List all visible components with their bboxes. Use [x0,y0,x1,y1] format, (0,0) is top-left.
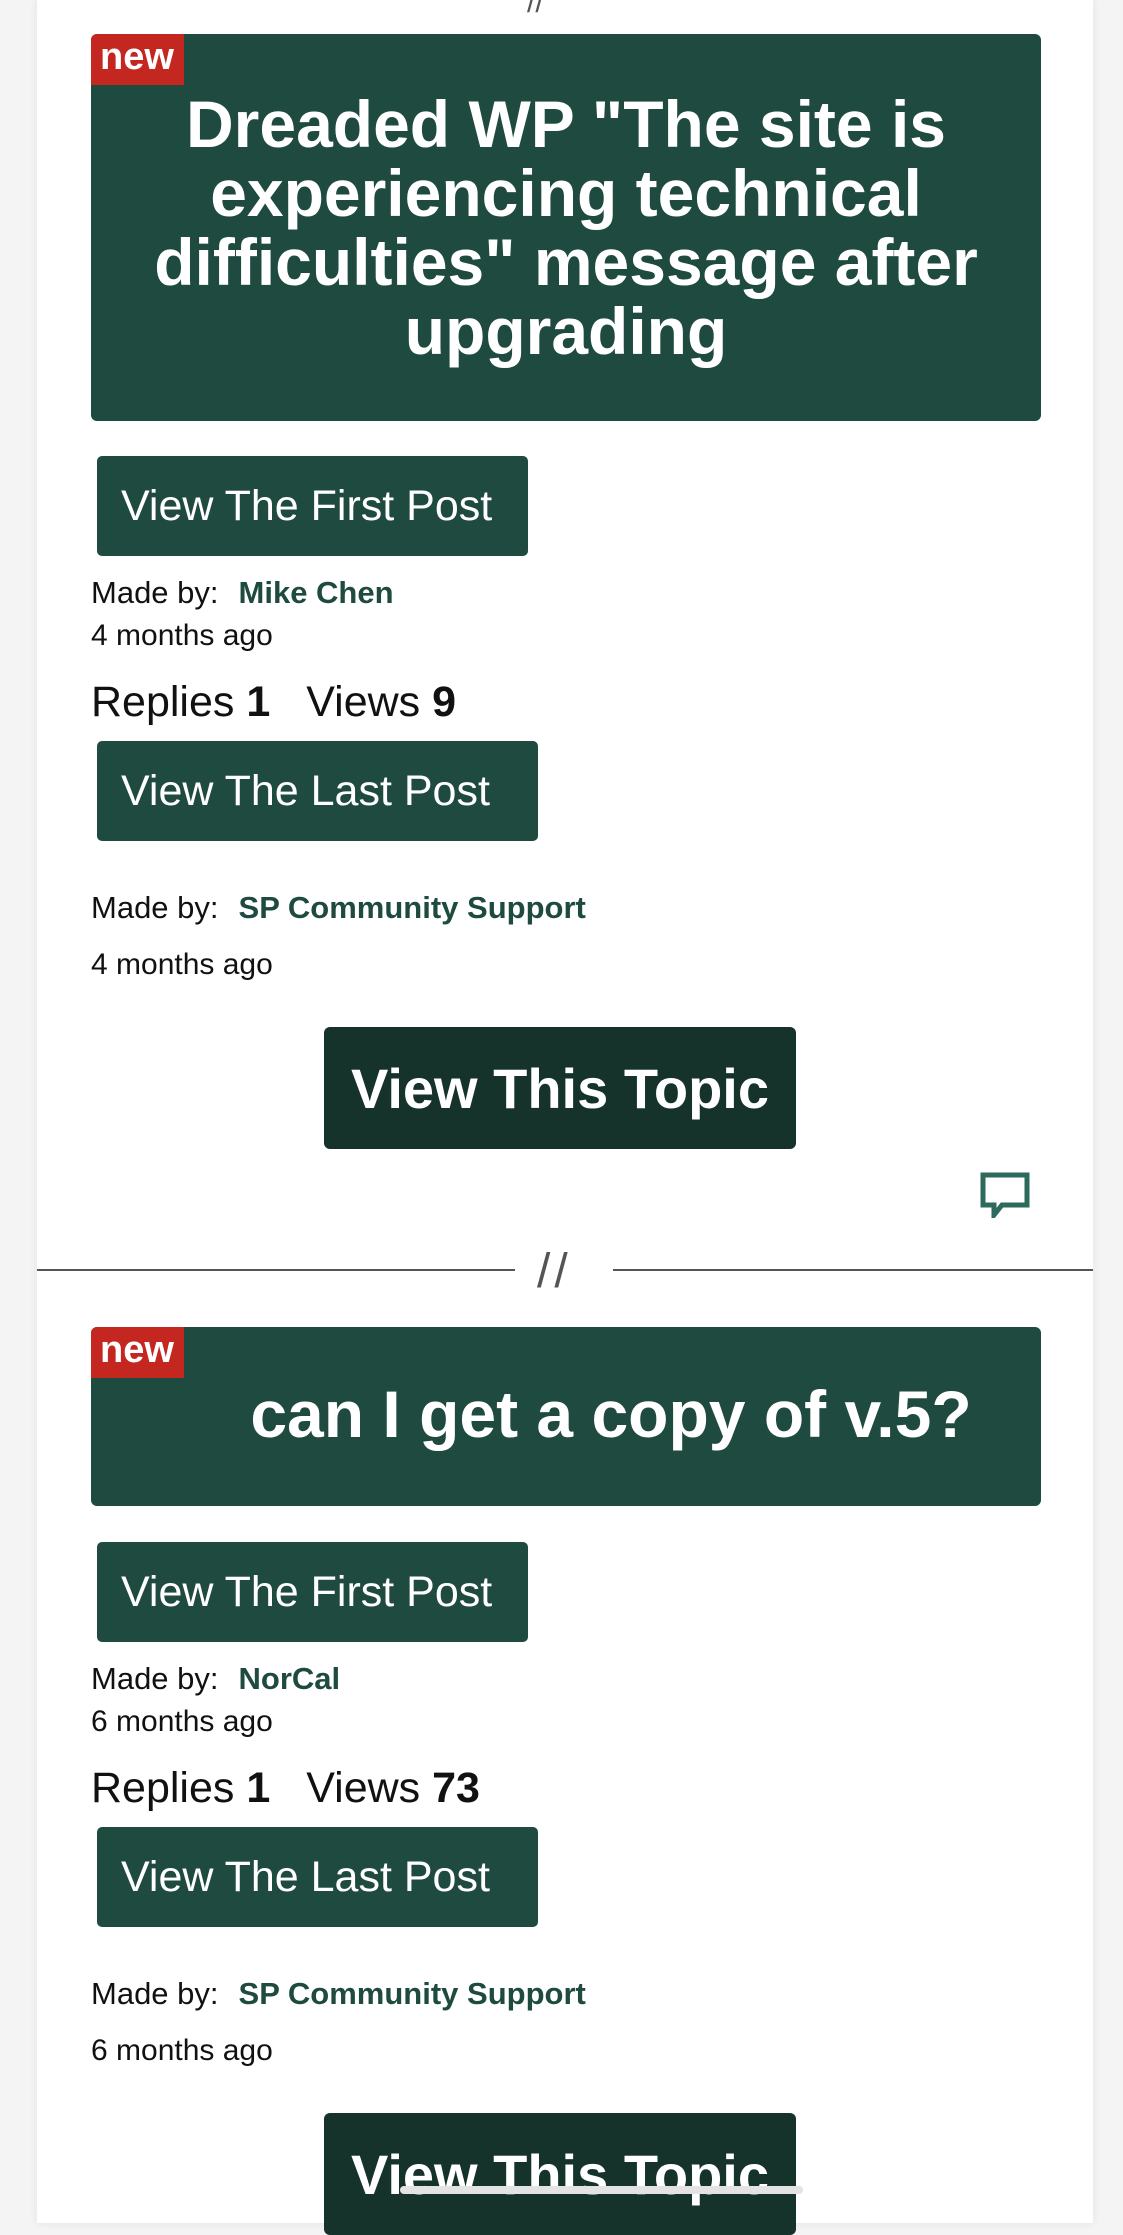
first-post-time: 4 months ago [91,619,273,652]
comment-icon[interactable] [980,1172,1030,1223]
author-link[interactable]: NorCal [239,1661,341,1696]
topic-title[interactable]: Dreaded WP "The site is experiencing tec… [131,90,1001,366]
topic-stats: Replies 1 Views 9 [91,678,456,727]
replies-count: 1 [246,1764,271,1812]
last-post-made-by: Made by: SP Community Support [91,1976,586,2012]
author-link[interactable]: SP Community Support [239,890,586,925]
replies-count: 1 [246,678,271,726]
divider-mark-top: // [527,0,544,19]
view-first-post-button[interactable]: View The First Post [97,1542,528,1642]
views-label: Views [306,678,421,726]
last-post-time: 4 months ago [91,948,273,981]
first-post-made-by: Made by: NorCal [91,1661,340,1697]
views-count: 9 [432,678,457,726]
new-badge: new [91,1327,184,1378]
topic-title-box[interactable]: new can I get a copy of v.5? [91,1327,1041,1506]
last-post-time: 6 months ago [91,2034,273,2067]
topic-divider: // [37,1245,1093,1298]
replies-label: Replies [91,678,235,726]
made-by-label: Made by: [91,890,219,925]
made-by-label: Made by: [91,1976,219,2011]
view-last-post-button[interactable]: View The Last Post [97,741,538,841]
view-first-post-button[interactable]: View The First Post [97,456,528,556]
replies-label: Replies [91,1764,235,1812]
scroll-indicator[interactable] [400,2186,803,2194]
views-count: 73 [432,1764,480,1812]
views-label: Views [306,1764,421,1812]
new-badge: new [91,34,184,85]
divider-mark: // [537,1245,572,1298]
topic-card: new can I get a copy of v.5? [91,1327,1041,1506]
last-post-made-by: Made by: SP Community Support [91,890,586,926]
topic-title-box[interactable]: new Dreaded WP "The site is experiencing… [91,34,1041,421]
made-by-label: Made by: [91,1661,219,1696]
first-post-time: 6 months ago [91,1705,273,1738]
view-last-post-button[interactable]: View The Last Post [97,1827,538,1927]
topic-stats: Replies 1 Views 73 [91,1764,480,1813]
view-topic-button[interactable]: View This Topic [324,2113,796,2235]
author-link[interactable]: SP Community Support [239,1976,586,2011]
topic-title[interactable]: can I get a copy of v.5? [221,1379,1001,1449]
topic-list-page: // new Dreaded WP "The site is experienc… [37,0,1093,2235]
view-topic-button[interactable]: View This Topic [324,1027,796,1149]
author-link[interactable]: Mike Chen [239,575,394,610]
made-by-label: Made by: [91,575,219,610]
topic-card: new Dreaded WP "The site is experiencing… [91,34,1041,421]
first-post-made-by: Made by: Mike Chen [91,575,394,611]
